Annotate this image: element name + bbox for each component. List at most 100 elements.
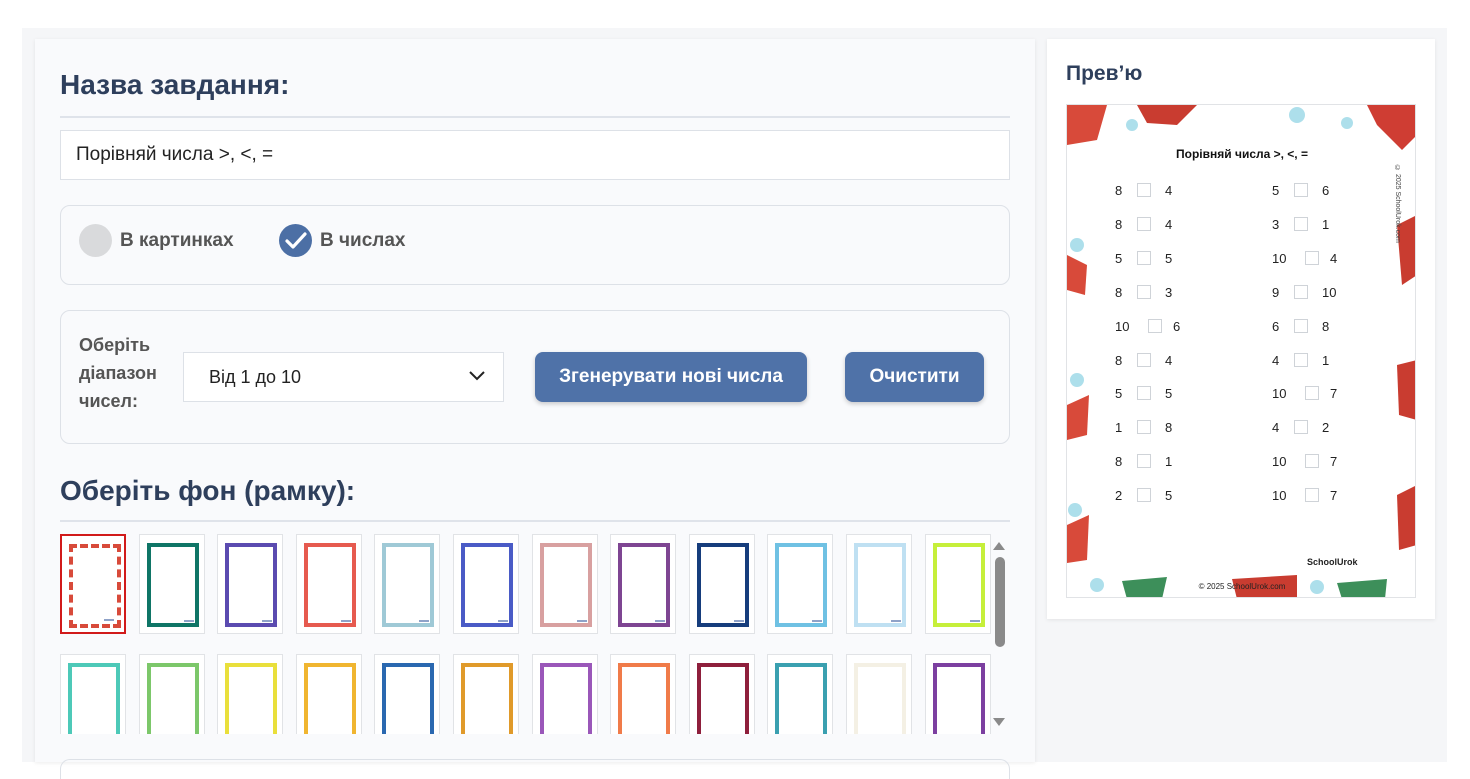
- task-title-input[interactable]: [60, 130, 1010, 180]
- right-number: 10: [1322, 284, 1337, 300]
- frame-thumbnail[interactable]: [688, 534, 755, 634]
- frame-logo: [812, 620, 823, 622]
- frame-border: [854, 663, 906, 734]
- right-number: 4: [1330, 250, 1338, 266]
- left-number: 2: [1115, 488, 1123, 504]
- left-number: 10: [1115, 318, 1130, 334]
- background-heading: Оберіть фон (рамку):: [60, 475, 356, 506]
- answer-box[interactable]: [1294, 420, 1308, 435]
- chevron-down-icon: [469, 371, 485, 381]
- frame-thumbnail[interactable]: [610, 534, 677, 634]
- frame-border: [775, 543, 828, 627]
- frame-thumbnail[interactable]: [688, 654, 755, 734]
- frame-logo: [498, 620, 508, 622]
- frame-thumbnail[interactable]: [767, 534, 834, 634]
- answer-box[interactable]: [1137, 420, 1151, 435]
- gallery-scrollbar[interactable]: [995, 557, 1005, 647]
- frame-border: [854, 543, 906, 627]
- sheet-footer: © 2025 SchoolUrok.com: [1198, 582, 1286, 591]
- left-number: 10: [1272, 386, 1287, 402]
- right-number: 4: [1165, 352, 1173, 368]
- preview-heading: Прев’ю: [1066, 62, 1143, 85]
- mode-option-pictures[interactable]: В картинках: [79, 224, 234, 257]
- frame-thumbnail[interactable]: [217, 654, 284, 734]
- left-number: 6: [1272, 318, 1280, 334]
- frame-thumbnail[interactable]: [610, 654, 677, 734]
- answer-box[interactable]: [1148, 318, 1162, 333]
- answer-box[interactable]: [1294, 284, 1308, 299]
- frame-thumbnail[interactable]: [924, 534, 991, 634]
- frame-logo: [183, 620, 194, 622]
- frame-thumbnail[interactable]: [60, 534, 126, 634]
- mode-option-numbers[interactable]: В числах: [279, 224, 405, 257]
- range-select[interactable]: Від 1 до 10: [183, 352, 504, 402]
- frame-thumbnail[interactable]: [295, 654, 362, 734]
- preview-sheet: Порівняй числа >, <, = 8 4 8 4 5 5 8 3 10 6 8 4 5 5 1 8…: [1066, 104, 1416, 598]
- answer-box[interactable]: [1137, 250, 1151, 265]
- right-number: 2: [1322, 420, 1330, 436]
- frame-border: [382, 663, 435, 734]
- frame-thumbnail[interactable]: [846, 534, 912, 634]
- right-number: 1: [1322, 352, 1330, 368]
- frame-logo: [340, 620, 351, 622]
- left-number: 5: [1115, 250, 1123, 266]
- frame-thumbnail[interactable]: [924, 654, 991, 734]
- answer-box[interactable]: [1137, 284, 1151, 299]
- frame-logo: [733, 620, 744, 622]
- frame-thumbnail[interactable]: [138, 534, 205, 634]
- frame-border: [461, 543, 513, 627]
- answer-box[interactable]: [1137, 352, 1151, 367]
- left-number: 4: [1272, 420, 1280, 436]
- answer-box[interactable]: [1305, 488, 1319, 503]
- frame-logo: [104, 619, 114, 621]
- right-number: 6: [1322, 183, 1330, 198]
- answer-box[interactable]: [1294, 352, 1308, 367]
- frame-thumbnail[interactable]: [453, 534, 519, 634]
- right-number: 7: [1330, 488, 1338, 504]
- answer-box[interactable]: [1137, 183, 1151, 197]
- right-number: 8: [1165, 420, 1173, 436]
- answer-box[interactable]: [1305, 386, 1319, 401]
- left-number: 10: [1272, 250, 1287, 266]
- generate-numbers-button[interactable]: Згенерувати нові числа: [535, 352, 807, 402]
- frame-thumbnail[interactable]: [531, 654, 598, 734]
- answer-box[interactable]: [1294, 183, 1308, 197]
- frame-border: [146, 543, 199, 627]
- answer-box[interactable]: [1137, 386, 1151, 401]
- frame-thumbnail[interactable]: [295, 534, 362, 634]
- answer-box[interactable]: [1305, 454, 1319, 469]
- clear-button[interactable]: Очистити: [845, 352, 984, 402]
- answer-box[interactable]: [1294, 318, 1308, 333]
- left-number: 3: [1272, 216, 1280, 232]
- answer-box[interactable]: [1137, 216, 1151, 231]
- frame-logo: [891, 620, 901, 622]
- scroll-down-icon[interactable]: [993, 718, 1005, 726]
- divider: [60, 116, 1010, 118]
- answer-box[interactable]: [1294, 216, 1308, 231]
- frame-border: [539, 663, 592, 734]
- left-number: 10: [1272, 454, 1287, 470]
- frame-thumbnail[interactable]: [60, 654, 126, 734]
- vertical-copyright: © 2025 SchoolUrok.com: [1394, 165, 1401, 243]
- frame-thumbnail[interactable]: [217, 534, 284, 634]
- frame-thumbnail[interactable]: [374, 534, 441, 634]
- answer-box[interactable]: [1305, 250, 1319, 265]
- answer-box[interactable]: [1137, 454, 1151, 469]
- frame-logo: [576, 620, 587, 622]
- preview-panel: Прев’ю Порівняй числа >, <, = 8484558310…: [1047, 39, 1435, 619]
- next-section-card: [60, 759, 1010, 779]
- worksheet-settings-panel: Назва завдання: В картинках В числах Обе…: [35, 39, 1035, 779]
- frame-thumbnail[interactable]: [453, 654, 519, 734]
- frame-border: [618, 663, 671, 734]
- answer-box[interactable]: [1137, 488, 1151, 503]
- right-number: 5: [1165, 488, 1173, 504]
- frame-thumbnail[interactable]: [767, 654, 834, 734]
- brand-logo: SchoolUrok: [1307, 557, 1358, 567]
- frame-thumbnail[interactable]: [138, 654, 205, 734]
- frame-thumbnail[interactable]: [846, 654, 912, 734]
- frame-thumbnail[interactable]: [531, 534, 598, 634]
- scroll-up-icon[interactable]: [993, 542, 1005, 550]
- frame-border: [303, 663, 356, 734]
- right-number: 1: [1165, 454, 1173, 470]
- frame-thumbnail[interactable]: [374, 654, 441, 734]
